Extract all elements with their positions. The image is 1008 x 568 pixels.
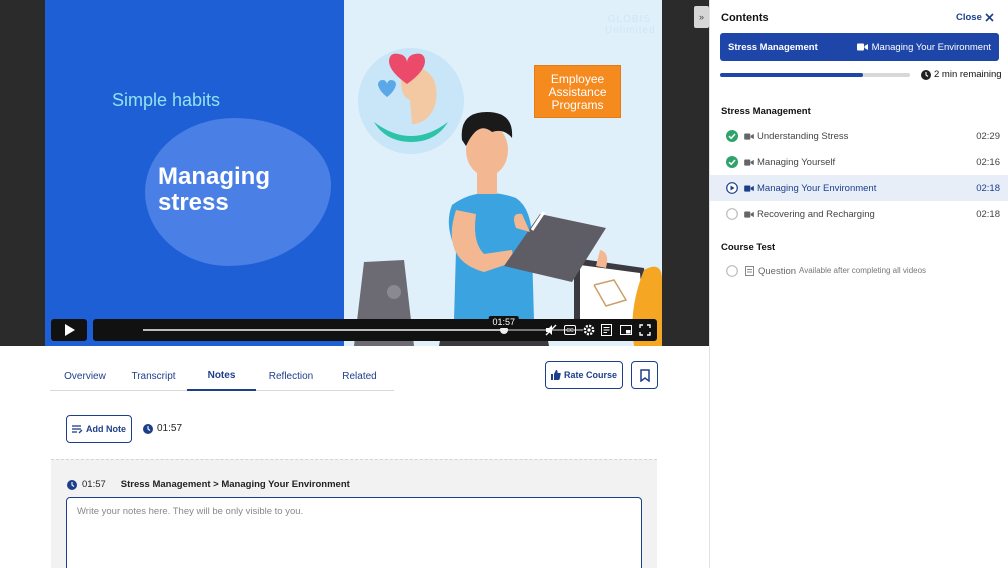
volume-muted-icon[interactable] xyxy=(545,323,557,337)
tab-transcript[interactable]: Transcript xyxy=(120,361,187,391)
settings-gear-icon[interactable] xyxy=(583,323,595,337)
note-editor-panel: 01:57 Stress Management > Managing Your … xyxy=(51,459,657,568)
lesson-duration: 02:18 xyxy=(976,182,1000,194)
note-timestamp: 01:57 xyxy=(82,479,106,490)
lesson-title: Managing Yourself xyxy=(757,156,836,168)
transcript-icon[interactable] xyxy=(601,323,613,337)
video-camera-icon xyxy=(744,210,754,218)
note-header: 01:57 Stress Management > Managing Your … xyxy=(67,479,350,490)
rate-course-label: Rate Course xyxy=(563,370,617,380)
tab-reflection[interactable]: Reflection xyxy=(256,361,326,391)
play-button[interactable] xyxy=(51,319,87,341)
clock-icon xyxy=(143,423,153,434)
tab-related[interactable]: Related xyxy=(326,361,393,391)
note-input[interactable] xyxy=(66,497,642,568)
bookmark-button[interactable] xyxy=(631,361,658,389)
svg-text:CC: CC xyxy=(566,328,574,334)
time-remaining: 2 min remaining xyxy=(921,69,1002,80)
captions-icon[interactable]: CC xyxy=(564,323,576,337)
course-progress-fill xyxy=(720,73,863,77)
current-time-text: 01:57 xyxy=(157,423,183,434)
note-breadcrumb: Stress Management > Managing Your Enviro… xyxy=(120,479,350,490)
lesson-item-recovering-and-recharging[interactable]: Recovering and Recharging 02:18 xyxy=(710,201,1008,227)
scrubber-fill xyxy=(143,329,504,331)
person-with-tablet-illustration xyxy=(354,48,662,346)
video-frame[interactable]: Simple habits Managing stress GLOBIS Unl… xyxy=(45,0,662,346)
lesson-title: Managing Your Environment xyxy=(757,182,877,194)
course-test-question-item: Question Available after completing all … xyxy=(710,262,1008,280)
slide-title-text: Managing stress xyxy=(158,163,270,216)
now-playing-lesson: Managing Your Environment xyxy=(871,41,991,53)
video-camera-icon xyxy=(744,158,754,166)
clock-icon xyxy=(67,479,77,490)
slide-left-panel: Simple habits Managing stress xyxy=(45,0,344,346)
scrubber-time-tooltip: 01:57 xyxy=(488,316,520,328)
empty-circle-icon xyxy=(726,265,738,277)
lesson-duration: 02:29 xyxy=(976,130,1000,142)
tab-notes[interactable]: Notes xyxy=(187,361,256,391)
course-progress-bar xyxy=(720,73,910,77)
sidebar-title: Contents xyxy=(721,12,769,24)
question-availability-hint: Available after completing all videos xyxy=(799,266,927,275)
callout-box: Employee Assistance Programs xyxy=(534,65,621,118)
quiz-document-icon xyxy=(745,266,754,276)
lesson-title: Understanding Stress xyxy=(757,130,849,142)
lesson-title: Recovering and Recharging xyxy=(757,208,875,220)
bookmark-icon xyxy=(639,368,650,382)
video-camera-icon xyxy=(856,43,868,51)
close-label: Close xyxy=(956,12,982,23)
lesson-duration: 02:18 xyxy=(976,208,1000,220)
add-note-button[interactable]: Add Note xyxy=(66,415,132,443)
empty-circle-icon xyxy=(726,208,738,220)
play-icon xyxy=(64,324,75,336)
now-playing-course: Stress Management xyxy=(728,41,818,53)
tab-overview[interactable]: Overview xyxy=(50,361,120,391)
rate-course-button[interactable]: Rate Course xyxy=(545,361,623,389)
fullscreen-icon[interactable] xyxy=(639,323,651,337)
lesson-duration: 02:16 xyxy=(976,156,1000,168)
close-sidebar-button[interactable]: Close xyxy=(956,12,994,23)
video-controls: 01:57 CC xyxy=(51,316,657,341)
content-tabs: Overview Transcript Notes Reflection Rel… xyxy=(50,361,394,391)
add-note-label: Add Note xyxy=(86,424,126,434)
lesson-item-managing-yourself[interactable]: Managing Yourself 02:16 xyxy=(710,149,1008,175)
lesson-item-understanding-stress[interactable]: Understanding Stress 02:29 xyxy=(710,123,1008,149)
scrubber-track[interactable]: 01:57 xyxy=(143,316,583,334)
section-title-stress-management: Stress Management xyxy=(721,106,811,117)
question-label: Question xyxy=(758,266,797,277)
video-camera-icon xyxy=(744,132,754,140)
brand-watermark: GLOBIS Unlimited xyxy=(605,14,656,36)
video-player[interactable]: Simple habits Managing stress GLOBIS Unl… xyxy=(0,0,709,346)
thumbs-up-icon xyxy=(550,370,561,380)
completed-check-icon xyxy=(726,156,738,168)
picture-in-picture-icon[interactable] xyxy=(620,323,632,337)
clock-icon xyxy=(921,69,931,80)
close-x-icon xyxy=(985,13,994,22)
now-playing-bar[interactable]: Stress Management Managing Your Environm… xyxy=(720,33,999,61)
double-chevron-right-icon: » xyxy=(698,12,704,22)
slide-eyebrow-text: Simple habits xyxy=(112,90,221,110)
completed-check-icon xyxy=(726,130,738,142)
scrubber-bar: 01:57 CC xyxy=(93,316,657,341)
playing-circle-icon xyxy=(726,182,738,194)
sidebar-collapse-button[interactable]: » xyxy=(694,6,709,28)
contents-sidebar: Contents Close Stress Management Managin… xyxy=(709,0,1008,568)
lesson-item-managing-your-environment[interactable]: Managing Your Environment 02:18 xyxy=(710,175,1008,201)
video-camera-icon xyxy=(744,184,754,192)
time-remaining-text: 2 min remaining xyxy=(934,69,1002,80)
section-title-course-test: Course Test xyxy=(721,242,776,253)
current-time-indicator: 01:57 xyxy=(143,423,182,434)
note-lines-icon xyxy=(72,424,83,433)
